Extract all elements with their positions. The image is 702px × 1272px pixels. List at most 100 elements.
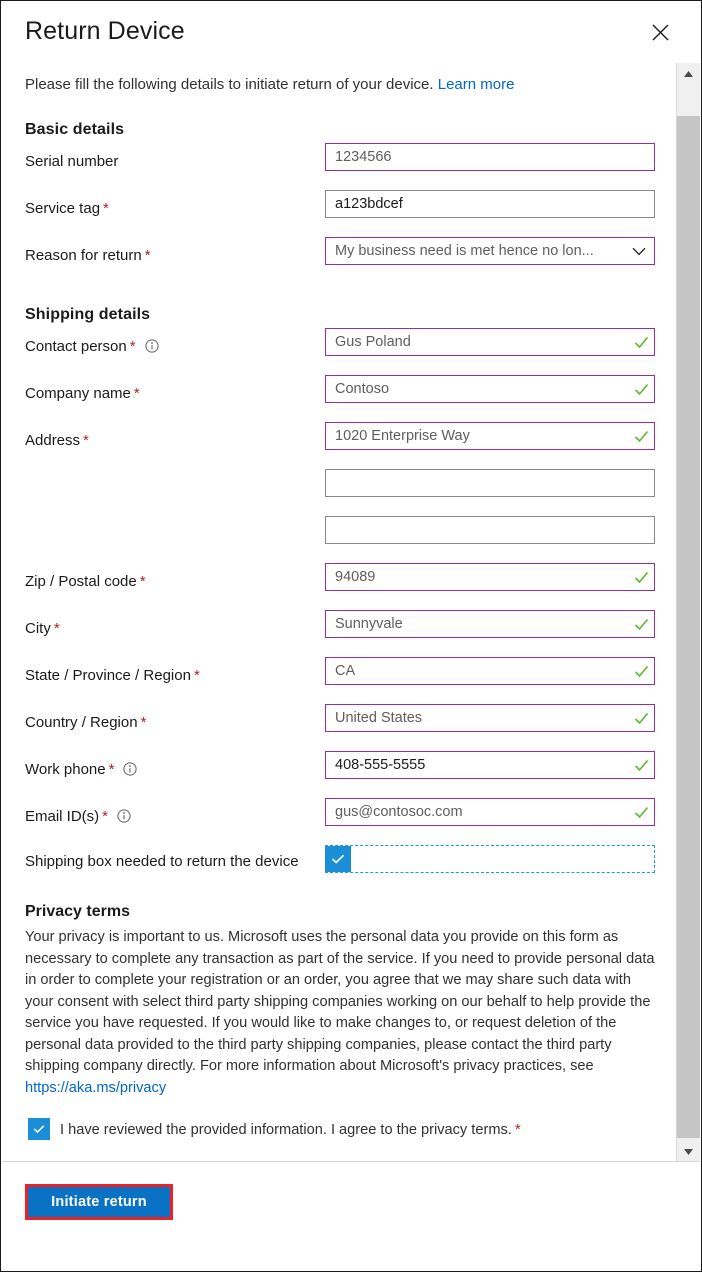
field-label-text: Service tag bbox=[25, 200, 101, 217]
checkmark-icon bbox=[33, 1125, 45, 1134]
field-label-text: Reason for return bbox=[25, 247, 142, 264]
field-value: 1020 Enterprise Way bbox=[335, 428, 470, 444]
basic-field-label: Service tag * bbox=[25, 199, 109, 218]
shipping-box-checkbox[interactable] bbox=[325, 846, 351, 872]
initiate-return-highlight: Initiate return bbox=[25, 1184, 173, 1220]
shipping-field-label: City * bbox=[25, 619, 60, 638]
required-asterisk: * bbox=[129, 338, 136, 355]
required-asterisk: * bbox=[83, 432, 89, 449]
agree-terms-row: I have reviewed the provided information… bbox=[28, 1118, 678, 1148]
field-label-text: Address bbox=[25, 432, 81, 449]
field-value: 94089 bbox=[335, 569, 376, 585]
shipping-field-input[interactable]: gus@contosoc.com bbox=[325, 798, 655, 826]
shipping-field-label: Work phone * bbox=[25, 760, 138, 779]
return-device-dialog: Return Device Please fill the following … bbox=[0, 0, 702, 1272]
shipping-field-label: Contact person * bbox=[25, 337, 159, 356]
basic-details-fields: Serial number 1234566 Service tag * a123bdce… bbox=[2, 139, 678, 280]
shipping-field-row: Work phone * 408-555-5555 bbox=[2, 747, 678, 794]
field-value: Gus Poland bbox=[335, 334, 411, 350]
scroll-down-arrow-icon[interactable] bbox=[677, 1141, 700, 1163]
basic-field-input[interactable]: 1234566 bbox=[325, 143, 655, 171]
shipping-details-fields: Contact person * Gus Poland Company name * Co… bbox=[2, 324, 678, 841]
required-asterisk: * bbox=[133, 385, 140, 402]
intro-sentence: Please fill the following details to ini… bbox=[25, 76, 434, 93]
initiate-return-button[interactable]: Initiate return bbox=[28, 1187, 170, 1217]
shipping-field-label: Email ID(s) * bbox=[25, 807, 131, 826]
privacy-terms-body: Your privacy is important to us. Microso… bbox=[25, 927, 655, 1099]
shipping-field-row: Address * 1020 Enterprise Way bbox=[2, 418, 678, 465]
field-value: My business need is met hence no lon... bbox=[335, 243, 594, 259]
privacy-terms-heading: Privacy terms bbox=[25, 903, 130, 920]
shipping-field-input[interactable]: 1020 Enterprise Way bbox=[325, 422, 655, 450]
agree-terms-text: I have reviewed the provided information… bbox=[60, 1122, 512, 1138]
chevron-down-icon[interactable] bbox=[624, 247, 654, 256]
shipping-details-heading: Shipping details bbox=[25, 306, 151, 323]
basic-details-heading: Basic details bbox=[25, 121, 125, 138]
field-label-text: Serial number bbox=[25, 153, 119, 170]
shipping-box-row: Shipping box needed to return the device bbox=[2, 841, 678, 881]
shipping-field-input[interactable]: Gus Poland bbox=[325, 328, 655, 356]
shipping-field-input[interactable]: United States bbox=[325, 704, 655, 732]
field-value: a123bdcef bbox=[335, 196, 403, 212]
valid-checkmark-icon bbox=[628, 616, 654, 633]
shipping-field-label: Zip / Postal code * bbox=[25, 572, 146, 591]
shipping-field-row: City * Sunnyvale bbox=[2, 606, 678, 653]
shipping-field-row: Contact person * Gus Poland bbox=[2, 324, 678, 371]
shipping-field-input[interactable]: 94089 bbox=[325, 563, 655, 591]
field-label-text: Work phone bbox=[25, 761, 106, 778]
shipping-field-row bbox=[2, 512, 678, 559]
shipping-field-input[interactable]: 408-555-5555 bbox=[325, 751, 655, 779]
required-asterisk: * bbox=[514, 1121, 521, 1138]
basic-field-label: Reason for return * bbox=[25, 246, 151, 265]
field-label-text: Country / Region bbox=[25, 714, 138, 731]
required-asterisk: * bbox=[140, 714, 147, 731]
field-value: Sunnyvale bbox=[335, 616, 403, 632]
shipping-field-label: Address * bbox=[25, 431, 89, 450]
agree-terms-checkbox[interactable] bbox=[28, 1118, 50, 1140]
valid-checkmark-icon bbox=[628, 804, 654, 821]
scrollbar-thumb[interactable] bbox=[677, 116, 700, 1138]
field-label-text: Zip / Postal code bbox=[25, 573, 137, 590]
shipping-field-row: Email ID(s) * gus@contosoc.com bbox=[2, 794, 678, 841]
vertical-scrollbar[interactable] bbox=[676, 63, 700, 1163]
info-icon[interactable] bbox=[123, 762, 138, 776]
shipping-field-input[interactable] bbox=[325, 469, 655, 497]
page-title: Return Device bbox=[25, 17, 185, 45]
info-icon[interactable] bbox=[117, 809, 131, 823]
field-label-text: State / Province / Region bbox=[25, 667, 191, 684]
field-value: Contoso bbox=[335, 381, 390, 397]
shipping-field-row bbox=[2, 465, 678, 512]
shipping-field-label: Country / Region * bbox=[25, 713, 146, 732]
dialog-scroll-region: Please fill the following details to ini… bbox=[2, 63, 701, 1163]
shipping-field-row: Country / Region * United States bbox=[2, 700, 678, 747]
valid-checkmark-icon bbox=[628, 663, 654, 680]
basic-field-label: Serial number bbox=[25, 152, 118, 171]
learn-more-link[interactable]: Learn more bbox=[438, 76, 515, 93]
dialog-header: Return Device bbox=[1, 1, 701, 63]
field-value: CA bbox=[335, 663, 356, 679]
valid-checkmark-icon bbox=[628, 710, 654, 727]
shipping-box-focus-outline[interactable] bbox=[325, 845, 655, 873]
field-label-text: City bbox=[25, 620, 51, 637]
intro-text: Please fill the following details to ini… bbox=[25, 75, 678, 95]
privacy-policy-link[interactable]: https://aka.ms/privacy bbox=[25, 1080, 166, 1096]
basic-field-row: Reason for return * My business need is me… bbox=[2, 233, 678, 280]
shipping-field-input[interactable]: Contoso bbox=[325, 375, 655, 403]
basic-field-input[interactable]: My business need is met hence no lon... bbox=[325, 237, 655, 265]
basic-field-input[interactable]: a123bdcef bbox=[325, 190, 655, 218]
valid-checkmark-icon bbox=[628, 381, 654, 398]
info-icon[interactable] bbox=[144, 339, 159, 353]
valid-checkmark-icon bbox=[628, 569, 654, 586]
valid-checkmark-icon bbox=[628, 757, 654, 774]
shipping-field-label: Company name * bbox=[25, 384, 140, 403]
shipping-field-row: Zip / Postal code * 94089 bbox=[2, 559, 678, 606]
shipping-field-input[interactable]: CA bbox=[325, 657, 655, 685]
close-icon[interactable] bbox=[645, 17, 675, 47]
dialog-footer: Initiate return bbox=[2, 1161, 700, 1270]
agree-terms-label: I have reviewed the provided information… bbox=[60, 1120, 521, 1140]
shipping-field-input[interactable] bbox=[325, 516, 655, 544]
shipping-field-input[interactable]: Sunnyvale bbox=[325, 610, 655, 638]
field-label-text: Company name bbox=[25, 385, 131, 402]
required-asterisk: * bbox=[108, 761, 115, 778]
scroll-up-arrow-icon[interactable] bbox=[677, 63, 700, 85]
